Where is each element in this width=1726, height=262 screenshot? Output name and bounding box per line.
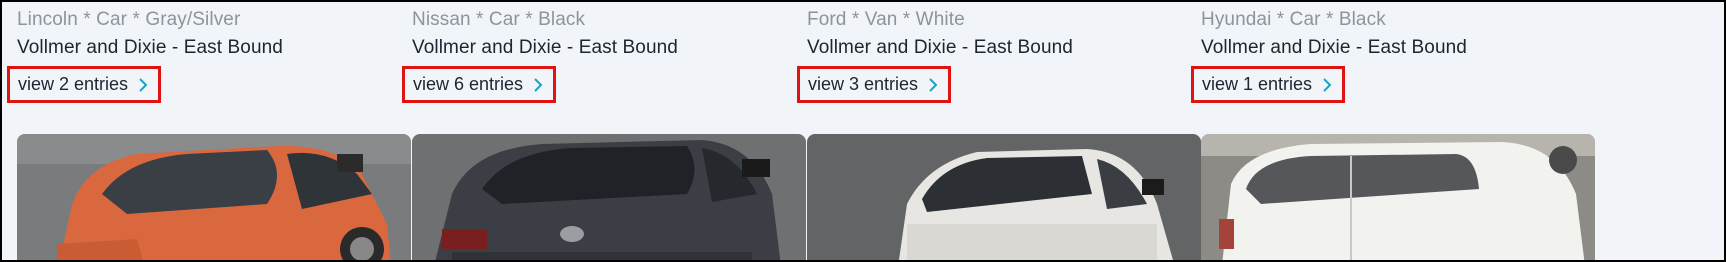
vehicle-card: Ford * Van * White Vollmer and Dixie - E… (792, 2, 1201, 260)
camera-location: Vollmer and Dixie - East Bound (1201, 37, 1467, 58)
vehicle-card: Hyundai * Car * Black Vollmer and Dixie … (1186, 2, 1595, 260)
chevron-right-icon (533, 77, 543, 93)
vehicle-photo[interactable] (1201, 134, 1595, 260)
chevron-right-icon (138, 77, 148, 93)
vehicle-description: Hyundai * Car * Black (1201, 9, 1386, 30)
vehicle-description: Lincoln * Car * Gray/Silver (17, 9, 241, 30)
vehicle-card: Lincoln * Car * Gray/Silver Vollmer and … (2, 2, 411, 260)
chevron-right-icon (1322, 77, 1332, 93)
view-entries-button[interactable]: view 6 entries (402, 66, 557, 103)
view-entries-label: view 3 entries (808, 74, 919, 94)
vehicle-card: Nissan * Car * Black Vollmer and Dixie -… (397, 2, 806, 260)
vehicle-description: Nissan * Car * Black (412, 9, 586, 30)
vehicle-photo[interactable] (807, 134, 1201, 260)
view-entries-label: view 1 entries (1202, 74, 1313, 94)
camera-location: Vollmer and Dixie - East Bound (17, 37, 283, 58)
vehicle-photo[interactable] (412, 134, 806, 260)
camera-location: Vollmer and Dixie - East Bound (807, 37, 1073, 58)
camera-location: Vollmer and Dixie - East Bound (412, 37, 678, 58)
view-entries-button[interactable]: view 3 entries (797, 66, 952, 103)
chevron-right-icon (928, 77, 938, 93)
vehicle-description: Ford * Van * White (807, 9, 965, 30)
view-entries-button[interactable]: view 1 entries (1191, 66, 1346, 103)
view-entries-button[interactable]: view 2 entries (7, 66, 162, 103)
view-entries-label: view 6 entries (413, 74, 524, 94)
vehicle-results-strip: Lincoln * Car * Gray/Silver Vollmer and … (0, 0, 1726, 262)
view-entries-label: view 2 entries (18, 74, 129, 94)
vehicle-photo[interactable] (17, 134, 411, 260)
